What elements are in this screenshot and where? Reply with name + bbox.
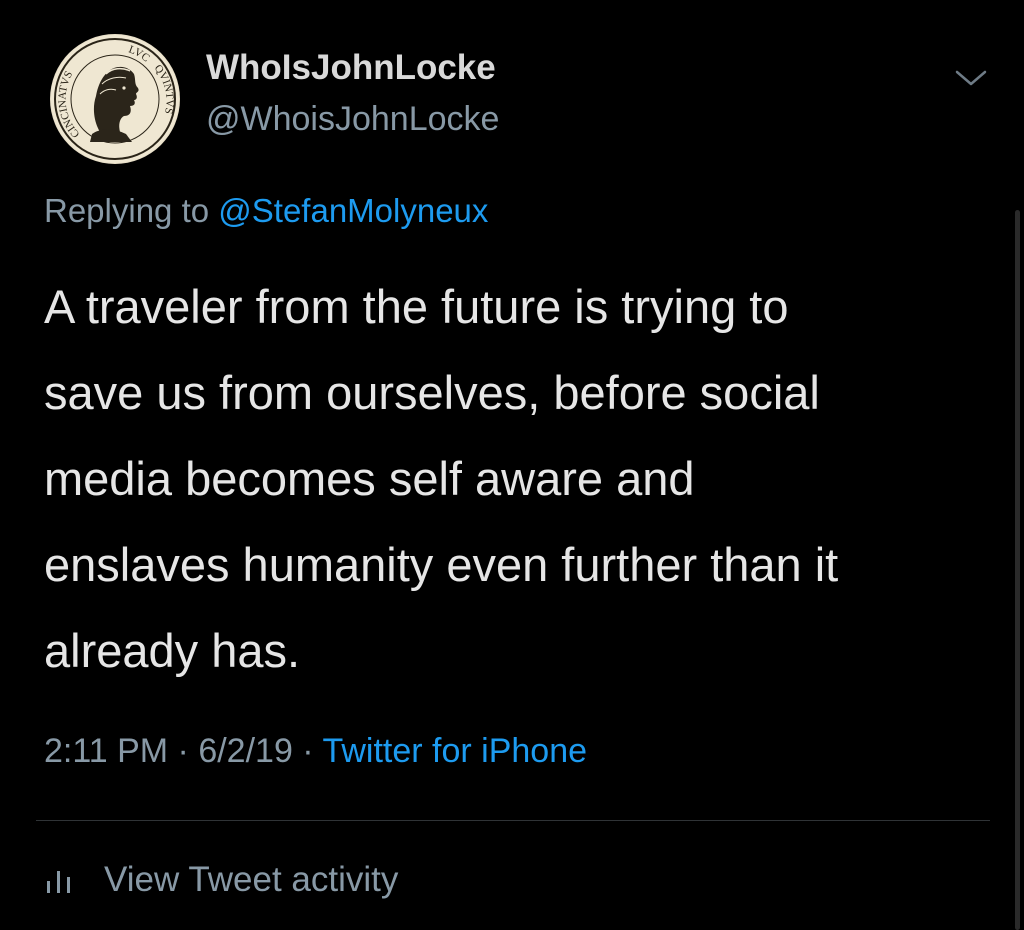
display-name[interactable]: WhoIsJohnLocke: [206, 48, 496, 88]
divider: [36, 820, 990, 821]
coin-portrait-icon: CINCINATVS LVC QVINTVS: [51, 35, 179, 163]
replying-to: Replying to @StefanMolyneux: [44, 192, 488, 230]
reply-mention-link[interactable]: @StefanMolyneux: [218, 192, 488, 229]
user-handle[interactable]: @WhoisJohnLocke: [206, 100, 499, 139]
scrollbar[interactable]: [1015, 210, 1020, 930]
tweet-time: 2:11 PM: [44, 732, 169, 770]
replying-to-prefix: Replying to: [44, 192, 219, 229]
view-tweet-activity-button[interactable]: View Tweet activity: [44, 855, 398, 905]
meta-separator: ·: [168, 732, 199, 770]
tweet-source-link[interactable]: Twitter for iPhone: [322, 732, 587, 770]
meta-separator: ·: [292, 732, 323, 770]
avatar[interactable]: CINCINATVS LVC QVINTVS: [50, 34, 180, 164]
view-tweet-activity-label: View Tweet activity: [104, 860, 399, 899]
tweet-detail: CINCINATVS LVC QVINTVS WhoIsJohnLocke @W…: [0, 0, 1024, 930]
chevron-down-icon[interactable]: [951, 62, 991, 94]
tweet-text: A traveler from the future is trying to …: [44, 280, 839, 677]
tweet-date: 6/2/19: [198, 732, 293, 770]
tweet-meta: 2:11 PM · 6/2/19 · Twitter for iPhone: [44, 732, 587, 771]
analytics-bars-icon: [47, 871, 70, 893]
